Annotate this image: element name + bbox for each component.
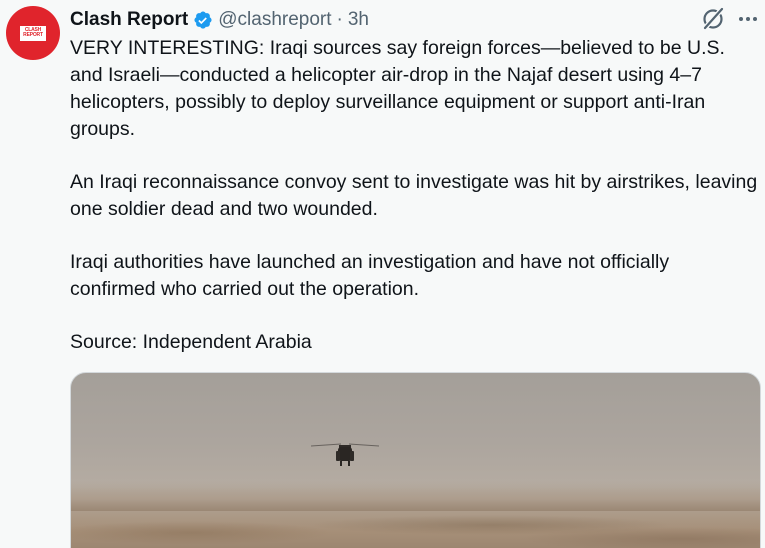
verified-badge-icon[interactable]: [193, 10, 213, 30]
tweet: CLASH REPORT Clash Report @clashreport ·…: [0, 0, 765, 548]
tweet-paragraph: Iraqi authorities have launched an inves…: [70, 251, 670, 300]
tweet-header: Clash Report @clashreport · 3h: [70, 6, 369, 34]
grok-icon[interactable]: [700, 6, 726, 32]
tweet-text: VERY INTERESTING: Iraqi sources say fore…: [70, 35, 760, 356]
tweet-paragraph: Source: Independent Arabia: [70, 331, 312, 353]
tweet-media-image[interactable]: [70, 372, 761, 548]
avatar-logo-line-2: REPORT: [23, 32, 43, 38]
tweet-paragraph: An Iraqi reconnaissance convoy sent to i…: [70, 171, 758, 220]
timestamp[interactable]: 3h: [348, 9, 369, 31]
avatar[interactable]: CLASH REPORT: [6, 6, 60, 60]
desert-dunes: [71, 503, 760, 548]
avatar-logo: CLASH REPORT: [20, 25, 46, 41]
user-handle[interactable]: @clashreport: [218, 9, 331, 31]
tweet-paragraph: VERY INTERESTING: Iraqi sources say fore…: [70, 37, 725, 140]
display-name[interactable]: Clash Report: [70, 9, 188, 31]
header-separator: ·: [336, 9, 343, 30]
helicopter-silhouette: [311, 443, 379, 466]
more-options-icon[interactable]: [735, 8, 761, 30]
